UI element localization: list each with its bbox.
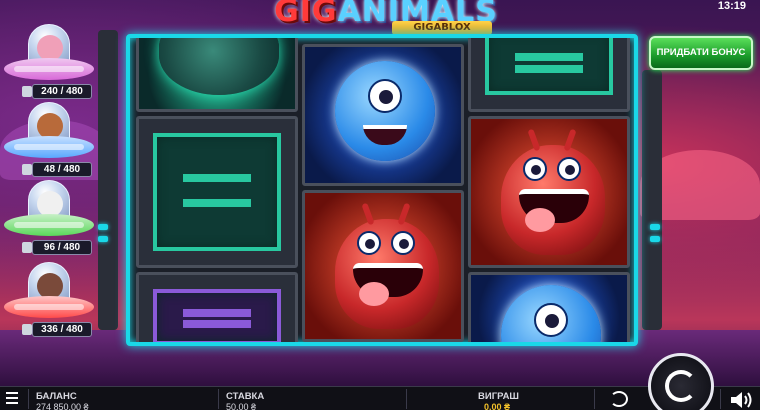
alien-tongue <box>359 282 389 306</box>
divider <box>406 389 407 409</box>
clock: 13:19 <box>717 0 746 12</box>
plug-icon <box>22 242 32 253</box>
logo-gigablox-badge: GIGABLOX <box>392 21 492 35</box>
bottom-bar: БАЛАНС 274 850,00 ₴ СТАВКА 50,00 ₴ ВИГРА… <box>0 386 760 410</box>
alien-antenna <box>563 128 577 152</box>
alien-mouth <box>519 189 589 232</box>
purple-block-icon <box>153 289 281 342</box>
logo-gig-text: GIG <box>274 0 338 29</box>
ufo-monkey-collector[interactable]: 48 / 480 <box>4 102 94 182</box>
reel-cell <box>302 44 464 186</box>
alien-antenna <box>397 202 411 226</box>
left-cable <box>98 30 118 330</box>
green-alien-icon <box>159 38 279 95</box>
reel-cell <box>468 38 630 112</box>
divider <box>594 389 595 409</box>
left-indicator-light <box>98 236 108 242</box>
reel-cell <box>136 272 298 342</box>
right-indicator-light <box>650 236 660 242</box>
balance-label: БАЛАНС <box>36 391 77 402</box>
spin-arrow-icon <box>665 370 697 402</box>
ufo-counter: 48 / 480 <box>32 162 92 177</box>
reel-cell <box>468 272 630 342</box>
buy-bonus-button[interactable]: ПРИДБАТИ БОНУС <box>649 36 753 70</box>
menu-icon[interactable] <box>6 390 18 406</box>
ufo-pig-collector[interactable]: 240 / 480 <box>4 24 94 104</box>
green-block-icon <box>153 133 281 251</box>
alien-antenna <box>361 202 375 226</box>
ufo-disc <box>4 136 94 158</box>
bet-label: СТАВКА <box>226 391 265 402</box>
right-indicator-light <box>650 224 660 230</box>
alien-mouth <box>353 263 423 306</box>
blue-alien-icon <box>335 61 435 161</box>
red-alien-icon <box>501 128 605 255</box>
sound-icon[interactable] <box>729 391 757 409</box>
alien-eye <box>368 79 402 113</box>
alien-eye <box>391 231 415 255</box>
ufo-bull-collector[interactable]: 336 / 480 <box>4 262 94 342</box>
ufo-counter: 240 / 480 <box>32 84 92 99</box>
autoplay-icon[interactable] <box>610 391 628 407</box>
ufo-sheep-collector[interactable]: 96 / 480 <box>4 180 94 260</box>
reel-cell <box>302 190 464 342</box>
red-alien-icon <box>335 202 439 329</box>
divider <box>720 389 721 409</box>
alien-eye <box>523 157 547 181</box>
reel-cell <box>136 38 298 112</box>
ufo-disc <box>4 214 94 236</box>
left-indicator-light <box>98 224 108 230</box>
green-block-icon <box>485 38 613 95</box>
alien-eye <box>534 303 568 337</box>
plug-icon <box>22 164 32 175</box>
alien-eye <box>557 157 581 181</box>
plug-icon <box>22 86 32 97</box>
alien-mouth <box>363 125 407 145</box>
ufo-disc <box>4 58 94 80</box>
bet-value[interactable]: 50,00 ₴ <box>226 402 256 410</box>
win-label: ВИГРАШ <box>478 391 519 402</box>
alien-tongue <box>525 208 555 232</box>
reel-cell <box>136 116 298 268</box>
plug-icon <box>22 324 32 335</box>
right-cable <box>642 70 662 330</box>
reel-cell <box>468 116 630 268</box>
blue-alien-icon <box>501 285 601 342</box>
alien-antenna <box>527 128 541 152</box>
spin-button[interactable] <box>648 353 714 410</box>
balance-value: 274 850,00 ₴ <box>36 402 89 410</box>
ufo-counter: 96 / 480 <box>32 240 92 255</box>
ufo-disc <box>4 296 94 318</box>
win-value: 0,00 ₴ <box>484 402 511 410</box>
divider <box>218 389 219 409</box>
ufo-counter: 336 / 480 <box>32 322 92 337</box>
reels-frame <box>126 34 638 346</box>
divider <box>28 389 29 409</box>
alien-eye <box>357 231 381 255</box>
